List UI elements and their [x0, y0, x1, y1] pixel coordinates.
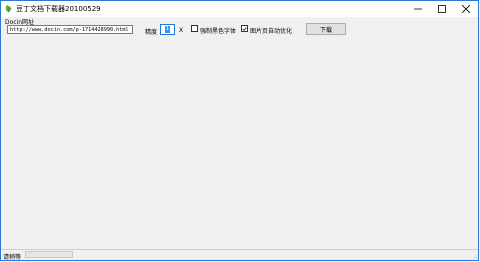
status-bar: 请稍等 [1, 249, 478, 261]
title-bar[interactable]: 豆丁文档下载器20100529 [1, 1, 478, 17]
force-black-font-label[interactable]: 强制黑色字体 [200, 26, 236, 35]
close-icon [462, 5, 470, 13]
checkmark-icon [242, 26, 247, 31]
auto-optimize-label[interactable]: 图片页自动优化 [250, 26, 292, 35]
precision-label: 精度 [145, 29, 158, 36]
window-title: 豆丁文档下载器20100529 [16, 5, 101, 13]
status-text: 请稍等 [3, 254, 22, 261]
maximize-button[interactable] [430, 1, 454, 17]
auto-optimize-checkbox[interactable] [241, 25, 248, 32]
app-window: 豆丁文档下载器20100529 Docin网址 http://www.docin… [0, 0, 479, 261]
precision-value: 1 [164, 26, 171, 33]
progress-bar [25, 251, 73, 258]
resize-grip-icon[interactable] [471, 253, 477, 259]
precision-unit: X [179, 27, 184, 34]
download-button[interactable]: 下载 [306, 23, 346, 35]
minimize-icon [414, 8, 422, 10]
app-leaf-icon [5, 4, 12, 13]
precision-input[interactable]: 1 [160, 24, 175, 35]
close-button[interactable] [454, 1, 478, 17]
url-input[interactable]: http://www.docin.com/p-1714428990.html [7, 25, 133, 34]
maximize-icon [438, 5, 446, 13]
force-black-font-checkbox[interactable] [191, 25, 198, 32]
minimize-button[interactable] [406, 1, 430, 17]
main-panel: Docin网址 http://www.docin.com/p-171442899… [1, 17, 478, 251]
